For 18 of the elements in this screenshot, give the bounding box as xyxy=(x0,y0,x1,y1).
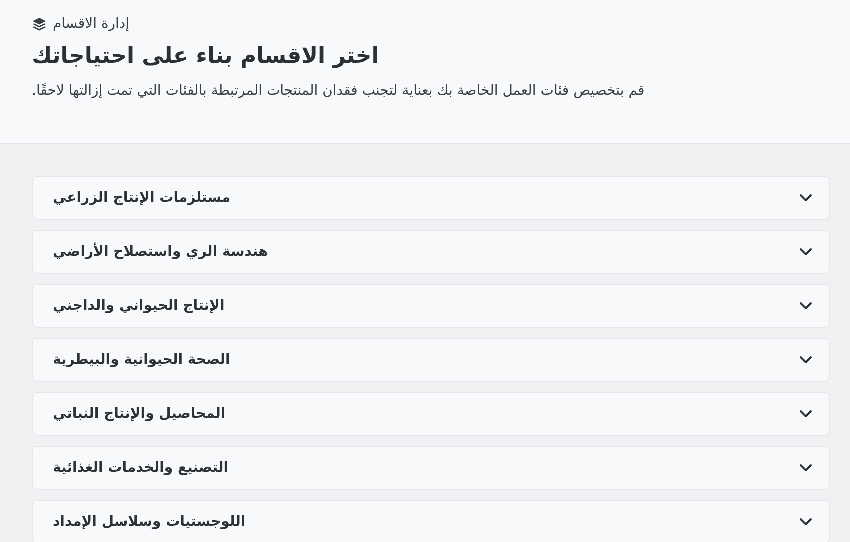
accordion-item[interactable]: الإنتاج الحيواني والداجني xyxy=(32,284,830,328)
section-label: مستلزمات الإنتاج الزراعي xyxy=(53,190,231,206)
section-label: اللوجستيات وسلاسل الإمداد xyxy=(53,514,246,530)
section-label: الإنتاج الحيواني والداجني xyxy=(53,298,225,314)
accordion-item[interactable]: هندسة الري واستصلاح الأراضي xyxy=(32,230,830,274)
section-label: هندسة الري واستصلاح الأراضي xyxy=(53,244,268,260)
accordion-item[interactable]: المحاصيل والإنتاج النباتي xyxy=(32,392,830,436)
breadcrumb-label: إدارة الاقسام xyxy=(53,16,130,32)
accordion-item[interactable]: مستلزمات الإنتاج الزراعي xyxy=(32,176,830,220)
section-label: الصحة الحيوانية والبيطرية xyxy=(53,352,230,368)
accordion-item[interactable]: التصنيع والخدمات الغذائية xyxy=(32,446,830,490)
section-label: المحاصيل والإنتاج النباتي xyxy=(53,406,226,422)
accordion-item[interactable]: اللوجستيات وسلاسل الإمداد xyxy=(32,500,830,542)
accordion-item[interactable]: الصحة الحيوانية والبيطرية xyxy=(32,338,830,382)
page-title: اختر الاقسام بناء على احتياجاتك xyxy=(32,44,380,69)
section-label: التصنيع والخدمات الغذائية xyxy=(53,460,229,476)
layers-icon xyxy=(32,16,47,32)
page-description: قم بتخصيص فئات العمل الخاصة بك بعناية لتجنب فقدان المنتجات المرتبطة بالفئات التي تمت إزالتها لاحقًا. xyxy=(32,83,645,99)
